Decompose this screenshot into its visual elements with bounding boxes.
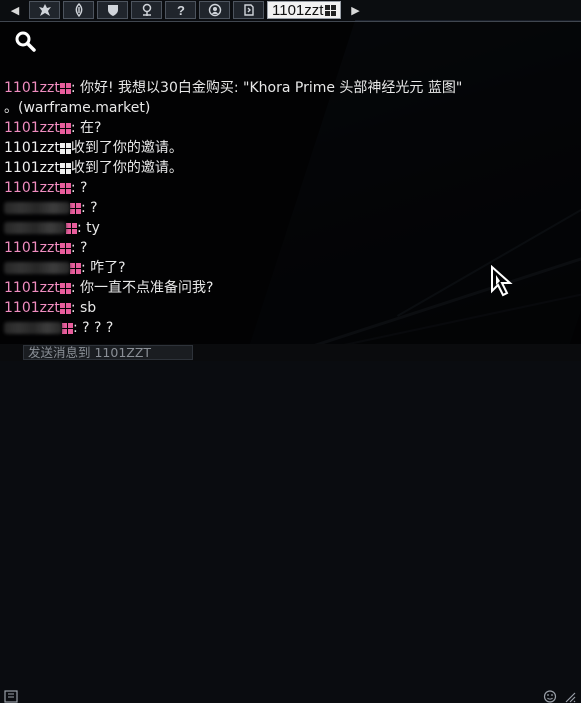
windows-platform-icon bbox=[59, 82, 71, 94]
chat-message: : ? ? ? bbox=[4, 318, 574, 338]
tab-trade[interactable] bbox=[199, 1, 230, 19]
emoji-icon[interactable] bbox=[543, 690, 557, 703]
message-text: ? bbox=[90, 200, 98, 216]
message-text: 收到了你的邀请。 bbox=[70, 160, 183, 176]
chat-message-input[interactable] bbox=[23, 345, 193, 360]
chat-message: 1101zzt : ? bbox=[4, 238, 88, 258]
chat-expand-icon[interactable] bbox=[4, 690, 18, 703]
system-message: 1101zzt 收到了你的邀请。 bbox=[4, 158, 574, 178]
message-text: ty bbox=[86, 220, 100, 236]
windows-platform-icon bbox=[59, 182, 71, 194]
shield-icon bbox=[107, 5, 118, 16]
sender-name[interactable]: 1101zzt bbox=[4, 78, 60, 98]
trade-icon bbox=[208, 3, 221, 17]
windows-platform-icon bbox=[59, 302, 71, 314]
chat-message: : ty bbox=[4, 218, 574, 238]
resize-handle-icon[interactable] bbox=[563, 690, 577, 703]
sender-name[interactable]: 1101zzt bbox=[4, 178, 60, 198]
redacted-sender-name[interactable] bbox=[4, 322, 62, 334]
search-icon[interactable] bbox=[14, 30, 36, 52]
message-list: 1101zzt : 你好! 我想以30白金购买: "Khora Prime 头部… bbox=[4, 78, 574, 338]
tab-region[interactable] bbox=[131, 1, 162, 19]
tab-squad[interactable] bbox=[97, 1, 128, 19]
chat-message: : ? bbox=[4, 198, 574, 218]
windows-platform-icon bbox=[59, 122, 71, 134]
alliance-emblem-icon bbox=[75, 3, 82, 17]
message-text: sb bbox=[80, 300, 97, 316]
mouse-cursor-icon bbox=[491, 265, 513, 297]
windows-platform-icon bbox=[59, 142, 71, 154]
clan-emblem-icon bbox=[38, 4, 51, 16]
windows-platform-icon bbox=[62, 322, 73, 334]
sender-name[interactable]: 1101zzt bbox=[4, 138, 60, 158]
message-text: 你一直不点准备问我? bbox=[80, 280, 214, 296]
message-text: ? bbox=[80, 180, 88, 196]
message-text: ? bbox=[80, 240, 88, 256]
windows-platform-icon bbox=[59, 282, 71, 294]
tab-scroll-right-icon[interactable]: ▶ bbox=[344, 1, 366, 19]
windows-platform-icon bbox=[59, 242, 71, 254]
windows-platform-icon bbox=[59, 162, 71, 174]
tab-alliance[interactable] bbox=[63, 1, 94, 19]
message-text: 。(warframe.market) bbox=[4, 100, 151, 116]
redacted-sender-name[interactable] bbox=[4, 202, 70, 214]
tab-clan[interactable] bbox=[29, 1, 60, 19]
recruit-icon bbox=[243, 4, 254, 16]
sender-name[interactable]: 1101zzt bbox=[4, 118, 60, 138]
system-message: 1101zzt 收到了你的邀请。 bbox=[4, 138, 574, 158]
redacted-sender-name[interactable] bbox=[4, 262, 70, 274]
chat-message: 1101zzt : 你一直不点准备问我? bbox=[4, 278, 214, 298]
chat-message: 1101zzt : ? bbox=[4, 178, 88, 198]
chat-tab-bar: ◀ ? 1101zzt ▶ bbox=[0, 0, 581, 20]
chat-input-bar bbox=[0, 344, 581, 703]
message-text: 收到了你的邀请。 bbox=[70, 140, 183, 156]
message-text: ? ? ? bbox=[82, 320, 114, 336]
message-text: 咋了? bbox=[90, 260, 126, 276]
chat-message: 1101zzt : 你好! 我想以30白金购买: "Khora Prime 头部… bbox=[4, 78, 463, 98]
tab-scroll-left-icon[interactable]: ◀ bbox=[4, 1, 26, 19]
windows-platform-icon bbox=[70, 262, 81, 274]
sender-name[interactable]: 1101zzt bbox=[4, 238, 60, 258]
windows-platform-icon bbox=[325, 4, 337, 16]
sender-name[interactable]: 1101zzt bbox=[4, 158, 60, 178]
chat-message-continuation: 。(warframe.market) bbox=[4, 98, 574, 118]
sender-name[interactable]: 1101zzt bbox=[4, 298, 60, 318]
tab-help[interactable]: ? bbox=[165, 1, 196, 19]
tab-whisper-active[interactable]: 1101zzt bbox=[267, 1, 342, 19]
redacted-sender-name[interactable] bbox=[4, 222, 66, 234]
chat-message: 1101zzt : 在? bbox=[4, 118, 102, 138]
sender-name[interactable]: 1101zzt bbox=[4, 278, 60, 298]
message-text: 在? bbox=[80, 120, 102, 136]
chat-message: 1101zzt : sb bbox=[4, 298, 97, 318]
chat-text-field[interactable] bbox=[24, 345, 192, 360]
chat-message: : 咋了? bbox=[4, 258, 574, 278]
tab-recruit[interactable] bbox=[233, 1, 264, 19]
help-question-icon: ? bbox=[177, 3, 185, 17]
windows-platform-icon bbox=[70, 202, 81, 214]
message-text: 你好! 我想以30白金购买: "Khora Prime 头部神经光元 蓝图" bbox=[80, 80, 463, 96]
windows-platform-icon bbox=[66, 222, 77, 234]
svg-text:?: ? bbox=[177, 3, 185, 17]
tab-whisper-label: 1101zzt bbox=[272, 1, 324, 19]
location-pin-icon bbox=[142, 3, 151, 16]
